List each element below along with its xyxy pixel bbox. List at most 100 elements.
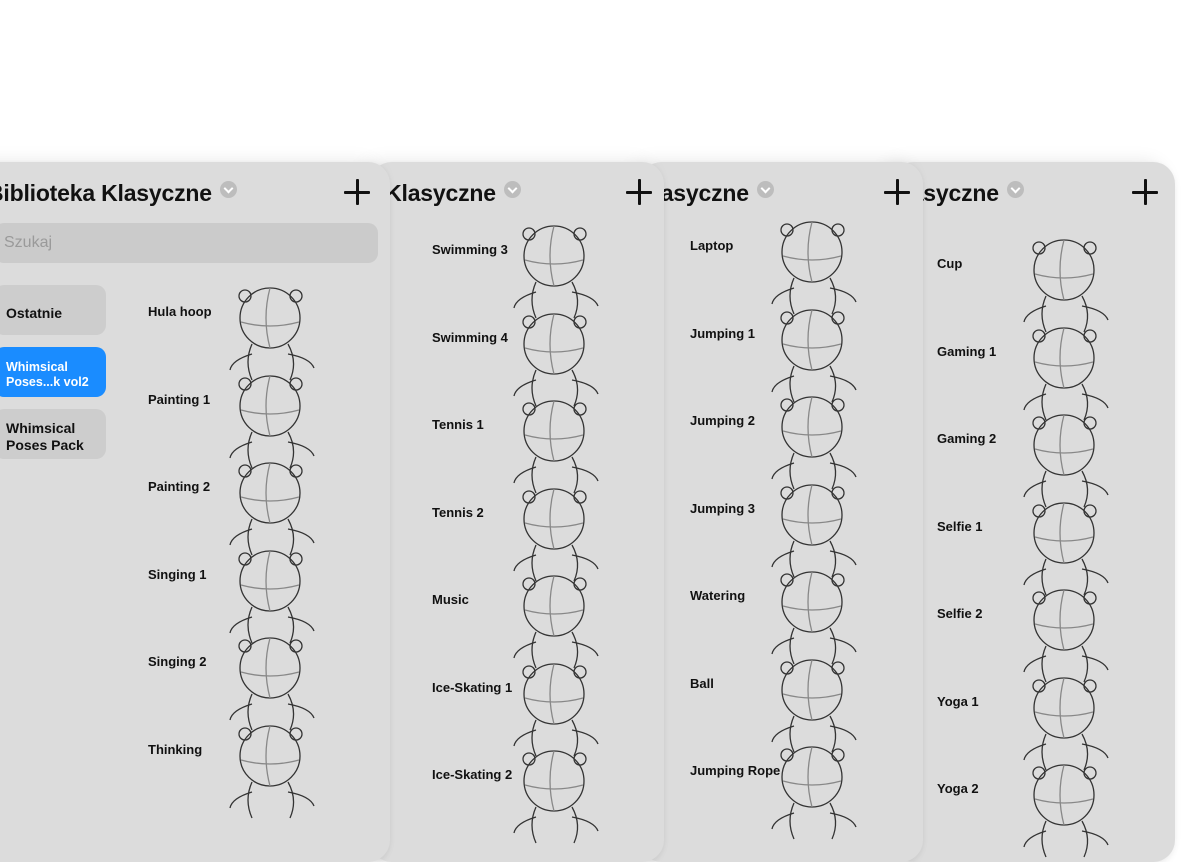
pose-figure-icon bbox=[771, 308, 857, 402]
pose-item[interactable]: Singing 1 bbox=[148, 549, 390, 643]
pose-item[interactable]: Laptop bbox=[690, 221, 923, 315]
pose-item-label: Painting 1 bbox=[148, 391, 211, 407]
pose-figure-icon bbox=[513, 225, 599, 319]
sidebar-item-label: Ostatnie bbox=[6, 304, 63, 321]
panel-title[interactable]: Biblioteka Klasyczne bbox=[0, 180, 237, 207]
pose-item[interactable]: Ice-Skating 2 bbox=[432, 750, 664, 844]
pose-item[interactable]: Jumping Rope bbox=[690, 746, 923, 840]
pose-item-label: Singing 2 bbox=[148, 654, 207, 669]
pose-figure-icon bbox=[513, 575, 599, 669]
pose-figure-icon bbox=[229, 462, 315, 556]
plus-icon[interactable] bbox=[626, 179, 652, 205]
pose-item-label: Tennis 2 bbox=[432, 504, 484, 520]
pose-item[interactable]: Tennis 2 bbox=[432, 487, 664, 581]
chevron-down-icon[interactable] bbox=[756, 181, 774, 198]
pose-figure-icon bbox=[229, 374, 315, 468]
sidebar-item-whimsical-pack[interactable]: Whimsical Poses Pack bbox=[0, 409, 106, 459]
pose-figure-icon bbox=[771, 221, 857, 315]
pose-item[interactable]: Swimming 3 bbox=[432, 225, 664, 319]
sidebar-item-label: Whimsical Poses Pack bbox=[6, 420, 84, 453]
pose-item-label: Painting 2 bbox=[148, 479, 211, 494]
pose-figure-icon bbox=[513, 400, 599, 494]
pose-item[interactable]: Painting 2 bbox=[148, 462, 390, 556]
search-placeholder: Szukaj bbox=[4, 234, 53, 251]
pose-item[interactable]: Yoga 2 bbox=[937, 764, 1175, 858]
pose-item[interactable]: Jumping 1 bbox=[690, 308, 923, 402]
pose-item[interactable]: Ice-Skating 1 bbox=[432, 662, 664, 756]
pose-figure-icon bbox=[771, 396, 857, 490]
pose-figure-icon bbox=[513, 662, 599, 756]
pose-item[interactable]: Yoga 1 bbox=[937, 676, 1175, 770]
pose-item-label: Laptop bbox=[690, 238, 734, 253]
pose-figure-icon bbox=[1023, 239, 1109, 333]
sidebar-item-ostatnie[interactable]: Ostatnie bbox=[0, 285, 106, 335]
sidebar-item-label: Whimsical Poses...k vol2 bbox=[6, 360, 89, 389]
pose-figure-icon bbox=[771, 658, 857, 752]
pose-item-label: Music bbox=[432, 592, 469, 607]
pose-figure-icon bbox=[1023, 589, 1109, 683]
pose-item-label: Swimming 4 bbox=[432, 329, 508, 345]
library-panel-1: Biblioteka Klasyczne Szukaj Ostatnie Whi… bbox=[0, 162, 390, 862]
pose-item[interactable]: Selfie 1 bbox=[937, 501, 1175, 595]
pose-item-label: Tennis 1 bbox=[432, 417, 484, 432]
panel-title[interactable]: Biblioteka Klasyczne bbox=[370, 180, 521, 207]
pose-figure-icon bbox=[513, 487, 599, 581]
pose-item[interactable]: Tennis 1 bbox=[432, 400, 664, 494]
pose-figure-icon bbox=[229, 637, 315, 731]
plus-icon[interactable] bbox=[344, 179, 370, 205]
pose-item-label: Jumping 3 bbox=[690, 500, 756, 516]
pose-item-label: Yoga 2 bbox=[937, 781, 979, 796]
plus-icon[interactable] bbox=[884, 179, 910, 205]
pose-item[interactable]: Jumping 2 bbox=[690, 396, 923, 490]
pose-figure-icon bbox=[513, 312, 599, 406]
pose-item-label: Jumping 2 bbox=[690, 413, 756, 428]
pose-figure-icon bbox=[1023, 764, 1109, 858]
pose-item[interactable]: Selfie 2 bbox=[937, 589, 1175, 683]
pose-figure-icon bbox=[229, 724, 315, 818]
pose-item[interactable]: Painting 1 bbox=[148, 374, 390, 468]
chevron-down-icon[interactable] bbox=[219, 181, 237, 198]
pose-item[interactable]: Music bbox=[432, 575, 664, 669]
pose-item-label: Selfie 1 bbox=[937, 518, 983, 534]
pose-figure-icon bbox=[229, 549, 315, 643]
chevron-down-icon[interactable] bbox=[1006, 181, 1024, 198]
pose-figure-icon bbox=[1023, 676, 1109, 770]
pose-item[interactable]: Gaming 1 bbox=[937, 326, 1175, 420]
pose-figure-icon bbox=[229, 287, 315, 381]
chevron-down-icon[interactable] bbox=[503, 181, 521, 198]
pose-item-label: Ice-Skating 1 bbox=[432, 679, 513, 695]
pose-item-label: Ball bbox=[690, 675, 714, 691]
pose-item[interactable]: Hula hoop bbox=[148, 287, 390, 381]
pose-item[interactable]: Ball bbox=[690, 658, 923, 752]
pose-item[interactable]: Jumping 3 bbox=[690, 483, 923, 577]
pose-item-label: Gaming 2 bbox=[937, 431, 997, 446]
sidebar-item-whimsical-vol2[interactable]: Whimsical Poses...k vol2 bbox=[0, 347, 106, 397]
panel-title-text: Biblioteka Klasyczne bbox=[0, 180, 212, 206]
pose-item[interactable]: Cup bbox=[937, 239, 1175, 333]
pose-figure-icon bbox=[1023, 326, 1109, 420]
pose-figure-icon bbox=[1023, 414, 1109, 508]
pose-figure-icon bbox=[771, 746, 857, 840]
pose-item[interactable]: Watering bbox=[690, 571, 923, 665]
pose-item-label: Jumping Rope bbox=[690, 763, 781, 778]
pose-item[interactable]: Swimming 4 bbox=[432, 312, 664, 406]
library-panel-3: Biblioteka Klasyczne LaptopJumping 1Jump… bbox=[640, 162, 923, 862]
pose-figure-icon bbox=[771, 571, 857, 665]
pose-item[interactable]: Thinking bbox=[148, 724, 390, 818]
pose-item-label: Yoga 1 bbox=[937, 693, 979, 709]
search-input[interactable]: Szukaj bbox=[0, 223, 378, 263]
pose-figure-icon bbox=[771, 483, 857, 577]
library-panel-4: Biblioteka Klasyczne CupGaming 1Gaming 2… bbox=[892, 162, 1175, 862]
pose-item-label: Thinking bbox=[148, 741, 203, 757]
pose-item[interactable]: Singing 2 bbox=[148, 637, 390, 731]
pose-item-label: Cup bbox=[937, 256, 963, 271]
pose-item-label: Selfie 2 bbox=[937, 606, 983, 621]
pose-item-label: Watering bbox=[690, 588, 746, 603]
pose-figure-icon bbox=[1023, 501, 1109, 595]
library-panel-2: Biblioteka Klasyczne Swimming 3 Swimming … bbox=[370, 162, 664, 862]
pose-item-label: Gaming 1 bbox=[937, 343, 997, 359]
pose-item-label: Singing 1 bbox=[148, 566, 207, 582]
pose-item-label: Jumping 1 bbox=[690, 325, 756, 341]
pose-item[interactable]: Gaming 2 bbox=[937, 414, 1175, 508]
plus-icon[interactable] bbox=[1132, 179, 1158, 205]
